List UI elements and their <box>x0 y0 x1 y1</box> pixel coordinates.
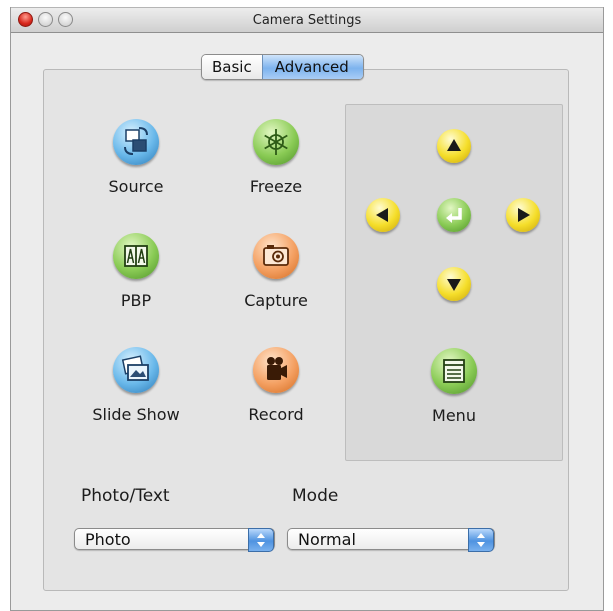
tab-advanced[interactable]: Advanced <box>261 55 363 79</box>
window-title: Camera Settings <box>252 13 362 28</box>
mode-label: Mode <box>292 486 339 506</box>
video-camera-icon <box>253 347 299 393</box>
navigation-panel: Menu <box>345 104 563 461</box>
arrow-up-icon <box>447 139 461 151</box>
menu-icon <box>431 348 477 394</box>
freeze-icon <box>253 119 299 165</box>
arrow-right-button[interactable] <box>506 198 540 232</box>
tab-basic[interactable]: Basic <box>202 55 262 79</box>
photo-text-value: Photo <box>85 530 131 549</box>
pbp-icon <box>113 233 159 279</box>
title-bar[interactable]: Camera Settings <box>11 7 603 33</box>
source-button[interactable]: Source <box>66 119 206 196</box>
arrow-down-button[interactable] <box>437 267 471 301</box>
record-button[interactable]: Record <box>206 347 346 424</box>
photo-text-label: Photo/Text <box>81 486 170 506</box>
capture-button[interactable]: Capture <box>206 233 346 310</box>
slideshow-icon <box>113 347 159 393</box>
freeze-button[interactable]: Freeze <box>206 119 346 196</box>
updown-chevron-icon <box>257 533 265 547</box>
source-label: Source <box>108 177 164 196</box>
mode-value: Normal <box>298 530 356 549</box>
capture-label: Capture <box>244 291 308 310</box>
arrow-up-button[interactable] <box>437 129 471 163</box>
menu-label: Menu <box>432 406 476 425</box>
slideshow-label: Slide Show <box>92 405 180 424</box>
pbp-button[interactable]: PBP <box>66 233 206 310</box>
camera-settings-window: Camera Settings Basic Advanced Source Fr… <box>10 7 604 611</box>
photo-text-select[interactable]: Photo <box>74 528 275 552</box>
arrow-down-icon <box>447 279 461 291</box>
arrow-right-icon <box>518 208 530 222</box>
mode-stepper[interactable] <box>468 528 494 552</box>
updown-chevron-icon <box>477 533 485 547</box>
arrow-left-icon <box>376 208 388 222</box>
mode-select[interactable]: Normal <box>287 528 495 552</box>
tab-segmented-control: Basic Advanced <box>201 54 364 80</box>
pbp-label: PBP <box>120 291 152 310</box>
menu-button[interactable]: Menu <box>384 348 524 425</box>
freeze-label: Freeze <box>249 177 303 196</box>
arrow-left-button[interactable] <box>366 198 400 232</box>
enter-icon <box>446 208 462 223</box>
slideshow-button[interactable]: Slide Show <box>66 347 206 424</box>
photo-text-stepper[interactable] <box>248 528 274 552</box>
enter-button[interactable] <box>437 198 471 232</box>
record-label: Record <box>248 405 304 424</box>
source-icon <box>113 119 159 165</box>
camera-icon <box>253 233 299 279</box>
